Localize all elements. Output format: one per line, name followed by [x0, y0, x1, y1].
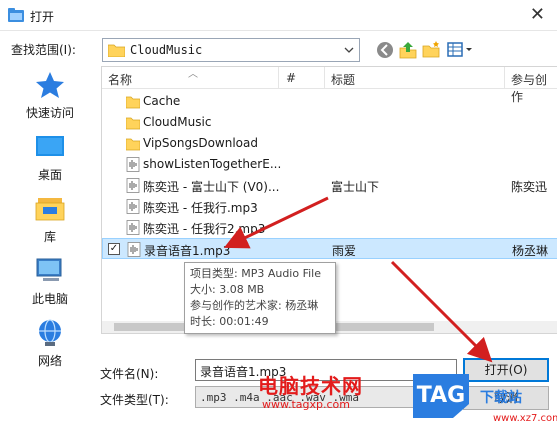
lookin-label: 查找范围(I):: [11, 43, 76, 57]
lookin-value: CloudMusic: [130, 43, 203, 57]
up-folder-icon[interactable]: [398, 40, 418, 60]
tag-logo-icon: TAG: [413, 374, 469, 418]
audio-file-icon: [126, 157, 140, 172]
filename-label: 文件名(N):: [100, 367, 159, 381]
tag-logo-text: TAG: [417, 383, 465, 408]
file-name: showListenTogetherE...: [143, 157, 282, 171]
place-label: 库: [43, 230, 56, 244]
folder-icon: [108, 44, 125, 57]
watermark-xz-url: www.xz7.com: [493, 413, 557, 424]
place-label: 快速访问: [25, 106, 74, 120]
close-icon[interactable]: ✕: [530, 5, 545, 25]
checkbox[interactable]: ✓: [108, 243, 120, 255]
watermark-xz-text: 下载站: [480, 390, 522, 406]
file-row[interactable]: CloudMusic: [102, 112, 557, 133]
file-title: 富士山下: [331, 180, 380, 194]
lookin-combo[interactable]: CloudMusic: [102, 38, 360, 62]
place-label: 桌面: [37, 168, 62, 182]
back-icon[interactable]: [375, 40, 395, 60]
network-icon: [39, 319, 61, 346]
column-header-title[interactable]: 标题: [331, 71, 355, 88]
audio-file-icon: [126, 199, 140, 214]
tooltip-type: 项目类型: MP3 Audio File: [190, 267, 321, 280]
audio-file-icon: [127, 242, 141, 257]
place-quick-access[interactable]: 快速访问: [0, 70, 100, 130]
file-name: 陈奕迅 - 富士山下 (V0)...: [143, 180, 280, 194]
folder-icon: [125, 115, 141, 130]
file-row[interactable]: VipSongsDownload: [102, 133, 557, 154]
file-name: 陈奕迅 - 任我行.mp3: [143, 201, 258, 215]
file-name: VipSongsDownload: [143, 136, 258, 150]
app-icon: [8, 8, 24, 22]
column-header-name[interactable]: 名称: [108, 71, 132, 88]
star-icon: [36, 72, 64, 98]
file-artist: 杨丞琳: [512, 244, 549, 258]
tooltip-artist: 参与创作的艺术家: 杨丞琳: [190, 299, 319, 312]
list-header: ︿ 名称 # 标题 参与创作: [102, 67, 557, 104]
watermark-site-name: 电脑技术网: [258, 374, 363, 398]
folder-icon: [125, 136, 141, 151]
watermark-site-url: www.tagxp.com: [262, 398, 350, 411]
file-artist: 陈奕迅: [511, 180, 548, 194]
audio-file-icon: [126, 220, 140, 235]
file-row[interactable]: 陈奕迅 - 任我行.mp3: [102, 196, 557, 217]
place-label: 网络: [37, 354, 62, 368]
place-label: 此电脑: [31, 292, 68, 306]
file-row[interactable]: showListenTogetherE...: [102, 154, 557, 175]
window-title: 打开: [30, 10, 55, 24]
place-network[interactable]: 网络: [0, 318, 100, 378]
tooltip-duration: 时长: 00:01:49: [190, 315, 269, 328]
computer-icon: [36, 258, 62, 281]
places-sidebar: 快速访问 桌面 库 此电脑 网络: [0, 66, 100, 368]
file-row[interactable]: Cache: [102, 91, 557, 112]
library-icon: [35, 198, 65, 221]
column-header-number[interactable]: #: [286, 71, 296, 85]
place-library[interactable]: 库: [0, 194, 100, 254]
filetype-label: 文件类型(T):: [100, 393, 169, 407]
folder-icon: [125, 94, 141, 109]
chevron-down-icon: [344, 47, 354, 53]
file-name: 录音语音1.mp3: [144, 244, 231, 258]
file-name: CloudMusic: [143, 115, 212, 129]
tooltip-size: 大小: 3.08 MB: [190, 283, 265, 296]
new-folder-icon[interactable]: [421, 40, 441, 60]
file-row[interactable]: 陈奕迅 - 任我行2.mp3: [102, 217, 557, 238]
place-desktop[interactable]: 桌面: [0, 132, 100, 192]
file-row[interactable]: ✓ 录音语音1.mp3 雨爱 杨丞琳: [102, 238, 557, 259]
view-menu-icon[interactable]: [446, 40, 474, 60]
file-row[interactable]: 陈奕迅 - 富士山下 (V0)... 富士山下 陈奕迅: [102, 175, 557, 196]
file-name: 陈奕迅 - 任我行2.mp3: [143, 222, 266, 236]
place-this-pc[interactable]: 此电脑: [0, 256, 100, 316]
file-info-tooltip: 项目类型: MP3 Audio File 大小: 3.08 MB 参与创作的艺术…: [184, 262, 336, 334]
sort-up-icon: ︿: [188, 69, 198, 80]
file-name: Cache: [143, 94, 181, 108]
title-bar: 打开 ✕: [0, 0, 557, 31]
open-button[interactable]: 打开(O): [463, 358, 549, 382]
audio-file-icon: [126, 178, 140, 193]
desktop-icon: [36, 136, 64, 156]
file-title: 雨爱: [332, 244, 357, 258]
